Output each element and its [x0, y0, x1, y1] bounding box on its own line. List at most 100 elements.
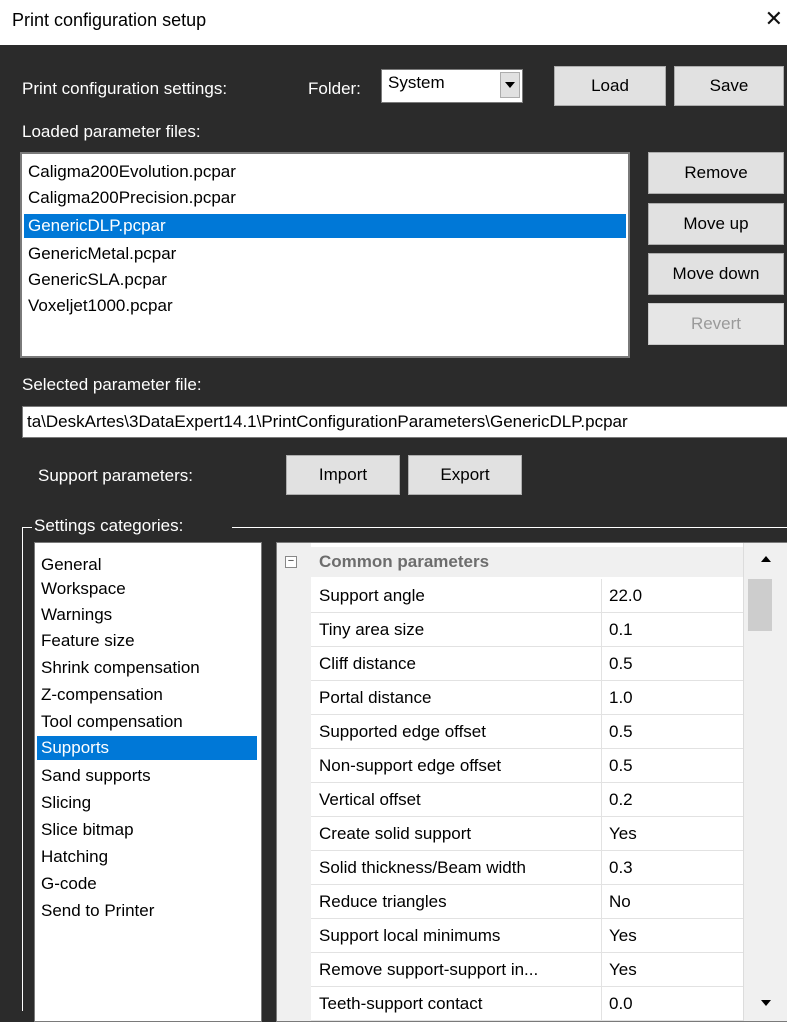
column-divider [601, 817, 602, 851]
property-grid[interactable]: − Common parameters Support angle 22.0 T… [276, 542, 787, 1022]
property-value[interactable]: 0.5 [609, 654, 633, 674]
support-params-label: Support parameters: [38, 466, 193, 485]
category-item[interactable]: Feature size [41, 629, 135, 653]
column-divider [601, 681, 602, 715]
property-value[interactable]: 0.5 [609, 722, 633, 742]
window-title: Print configuration setup [12, 10, 207, 30]
property-name: Create solid support [319, 824, 472, 843]
selected-file-path-field[interactable]: ta\DeskArtes\3DataExpert14.1\PrintConfig… [22, 406, 787, 438]
category-item[interactable]: Slicing [41, 791, 91, 815]
column-divider [601, 613, 602, 647]
scroll-up-icon[interactable] [756, 549, 776, 569]
category-item[interactable]: Slice bitmap [41, 818, 134, 842]
property-grid-gutter [277, 543, 311, 1021]
property-row[interactable]: Tiny area size 0.1 [311, 613, 743, 647]
list-item[interactable]: Caligma200Evolution.pcpar [28, 160, 236, 184]
category-item[interactable]: Hatching [41, 845, 108, 869]
property-row[interactable]: Solid thickness/Beam width 0.3 [311, 851, 743, 885]
property-row[interactable]: Teeth-support contact 0.0 [311, 987, 743, 1021]
property-value[interactable]: No [609, 892, 631, 912]
property-row[interactable]: Non-support edge offset 0.5 [311, 749, 743, 783]
category-item[interactable]: General [41, 553, 101, 577]
property-value[interactable]: 0.1 [609, 620, 633, 640]
list-item[interactable]: Caligma200Precision.pcpar [28, 186, 236, 210]
loaded-files-label: Loaded parameter files: [22, 122, 201, 141]
property-name: Tiny area size [319, 620, 425, 639]
property-name: Cliff distance [319, 654, 417, 673]
category-item[interactable]: Sand supports [41, 764, 151, 788]
scroll-down-icon[interactable] [756, 993, 776, 1013]
list-item[interactable]: Voxeljet1000.pcpar [28, 294, 173, 318]
group-border-left [22, 527, 23, 1011]
settings-categories-label: Settings categories: [34, 516, 184, 535]
property-name: Supported edge offset [319, 722, 486, 741]
category-item[interactable]: Shrink compensation [41, 656, 200, 680]
property-row[interactable]: Support angle 22.0 [311, 579, 743, 613]
export-button[interactable]: Export [408, 455, 522, 495]
remove-button[interactable]: Remove [648, 152, 784, 194]
print-config-settings-label: Print configuration settings: [22, 79, 228, 98]
import-button[interactable]: Import [286, 455, 400, 495]
property-row[interactable]: Supported edge offset 0.5 [311, 715, 743, 749]
selected-file-label: Selected parameter file: [22, 375, 202, 394]
folder-select-value: System [388, 73, 445, 92]
property-row[interactable]: Reduce triangles No [311, 885, 743, 919]
property-name: Remove support-support in... [319, 960, 539, 979]
column-divider [601, 579, 602, 613]
close-icon[interactable]: ✕ [765, 6, 783, 32]
folder-label: Folder: [308, 79, 361, 98]
load-button[interactable]: Load [554, 66, 666, 106]
category-item[interactable]: Warnings [41, 603, 112, 627]
property-name: Solid thickness/Beam width [319, 858, 526, 877]
property-name: Reduce triangles [319, 892, 447, 911]
column-divider [601, 851, 602, 885]
save-button[interactable]: Save [674, 66, 784, 106]
property-value[interactable]: Yes [609, 926, 637, 946]
category-item[interactable]: G-code [41, 872, 97, 896]
category-item[interactable]: Workspace [41, 577, 126, 601]
category-item[interactable]: Send to Printer [41, 899, 154, 923]
property-category-row[interactable]: − Common parameters [277, 547, 743, 577]
column-divider [601, 953, 602, 987]
property-value[interactable]: Yes [609, 824, 637, 844]
property-category-title: Common parameters [319, 552, 490, 571]
property-name: Support angle [319, 586, 425, 605]
property-value[interactable]: 22.0 [609, 586, 642, 606]
title-bar: Print configuration setup ✕ [0, 0, 787, 45]
category-item-selected[interactable]: Supports [37, 736, 257, 760]
column-divider [601, 987, 602, 1021]
property-value[interactable]: 1.0 [609, 688, 633, 708]
chevron-down-icon[interactable] [500, 72, 520, 98]
move-down-button[interactable]: Move down [648, 253, 784, 295]
loaded-files-list[interactable]: Caligma200Evolution.pcpar Caligma200Prec… [20, 152, 630, 358]
folder-select[interactable]: System [381, 69, 523, 103]
property-value[interactable]: Yes [609, 960, 637, 980]
categories-list[interactable]: General Workspace Warnings Feature size … [34, 542, 262, 1022]
move-up-button[interactable]: Move up [648, 203, 784, 245]
list-item[interactable]: GenericMetal.pcpar [28, 242, 176, 266]
property-row[interactable]: Cliff distance 0.5 [311, 647, 743, 681]
property-row[interactable]: Create solid support Yes [311, 817, 743, 851]
collapse-icon[interactable]: − [285, 556, 297, 568]
category-item[interactable]: Tool compensation [41, 710, 183, 734]
property-value[interactable]: 0.3 [609, 858, 633, 878]
property-row[interactable]: Support local minimums Yes [311, 919, 743, 953]
column-divider [601, 919, 602, 953]
property-name: Teeth-support contact [319, 994, 483, 1013]
property-value[interactable]: 0.2 [609, 790, 633, 810]
list-item[interactable]: GenericSLA.pcpar [28, 268, 167, 292]
property-row[interactable]: Vertical offset 0.2 [311, 783, 743, 817]
property-row[interactable]: Portal distance 1.0 [311, 681, 743, 715]
column-divider [601, 647, 602, 681]
property-value[interactable]: 0.5 [609, 756, 633, 776]
vertical-scrollbar[interactable] [743, 543, 787, 1021]
column-divider [601, 885, 602, 919]
column-divider [601, 715, 602, 749]
list-item-selected[interactable]: GenericDLP.pcpar [24, 214, 626, 238]
group-border-top-left [22, 527, 32, 528]
category-item[interactable]: Z-compensation [41, 683, 163, 707]
scrollbar-thumb[interactable] [748, 579, 772, 631]
property-value[interactable]: 0.0 [609, 994, 633, 1014]
property-row[interactable]: Remove support-support in... Yes [311, 953, 743, 987]
revert-button[interactable]: Revert [648, 303, 784, 345]
